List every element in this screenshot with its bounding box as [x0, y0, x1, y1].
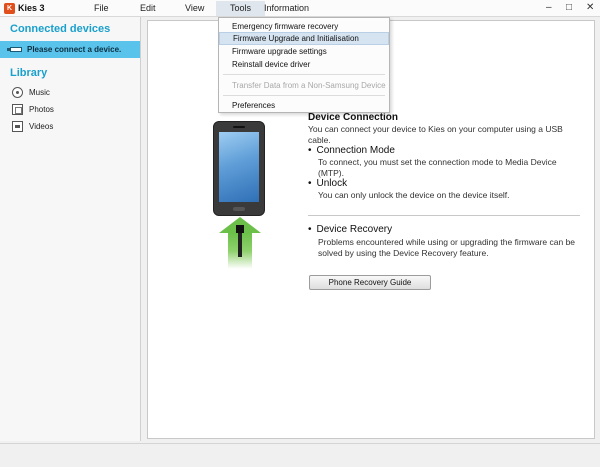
connect-device-label: Please connect a device. [27, 45, 122, 54]
status-bar [0, 443, 600, 467]
unlock-text: You can only unlock the device on the de… [318, 190, 510, 200]
phone-recovery-guide-button[interactable]: Phone Recovery Guide [309, 275, 431, 290]
close-button[interactable]: ✕ [586, 3, 594, 13]
kies-logo-icon: K [4, 3, 15, 14]
menu-item-firmware-upgrade[interactable]: Firmware Upgrade and Initialisation [219, 32, 389, 45]
device-recovery-text: Problems encountered while using or upgr… [318, 237, 576, 258]
menu-item-preferences[interactable]: Preferences [219, 99, 389, 112]
device-connection-text: You can connect your device to Kies on y… [308, 124, 563, 145]
sidebar-item-label: Music [29, 88, 50, 97]
library-heading: Library [10, 67, 48, 79]
unlock-heading: Unlock [308, 178, 348, 189]
connected-devices-heading: Connected devices [10, 23, 111, 35]
menu-view[interactable]: View [185, 3, 204, 13]
sidebar-item-label: Photos [29, 105, 54, 114]
app-title: Kies 3 [18, 3, 45, 13]
menu-separator [223, 74, 385, 75]
usb-plug-icon [7, 47, 22, 52]
sidebar-item-label: Videos [29, 122, 54, 131]
menu-edit[interactable]: Edit [140, 3, 156, 13]
phone-screen [219, 132, 259, 202]
photos-icon [12, 104, 23, 115]
menu-information[interactable]: Information [264, 3, 309, 13]
phone-illustration [213, 121, 265, 216]
section-divider [308, 215, 580, 216]
menu-item-transfer-data: Transfer Data from a Non-Samsung Device [232, 81, 386, 90]
menu-item-reinstall-driver[interactable]: Reinstall device driver [219, 58, 389, 71]
tools-dropdown-menu: Emergency firmware recovery Firmware Upg… [218, 17, 390, 113]
menu-separator [223, 95, 385, 96]
videos-icon [12, 121, 23, 132]
minimize-button[interactable]: – [546, 3, 552, 13]
connect-device-item[interactable]: Please connect a device. [0, 41, 140, 58]
sidebar: Connected devices Please connect a devic… [0, 17, 141, 441]
menu-item-firmware-settings[interactable]: Firmware upgrade settings [219, 45, 389, 58]
phone-home-button [233, 207, 245, 211]
menu-file[interactable]: File [94, 3, 109, 13]
usb-connector [236, 225, 244, 233]
device-connection-title: Device Connection [308, 112, 399, 123]
music-icon [12, 87, 23, 98]
usb-connect-arrow-icon [219, 217, 261, 269]
connection-mode-heading: Connection Mode [308, 145, 395, 156]
device-recovery-heading: Device Recovery [308, 224, 393, 235]
menu-tools[interactable]: Tools [216, 1, 266, 16]
connection-mode-text: To connect, you must set the connection … [318, 157, 557, 178]
title-bar: K Kies 3 File Edit View Tools Informatio… [0, 0, 600, 17]
phone-speaker [233, 126, 245, 128]
maximize-button[interactable]: □ [566, 3, 572, 13]
